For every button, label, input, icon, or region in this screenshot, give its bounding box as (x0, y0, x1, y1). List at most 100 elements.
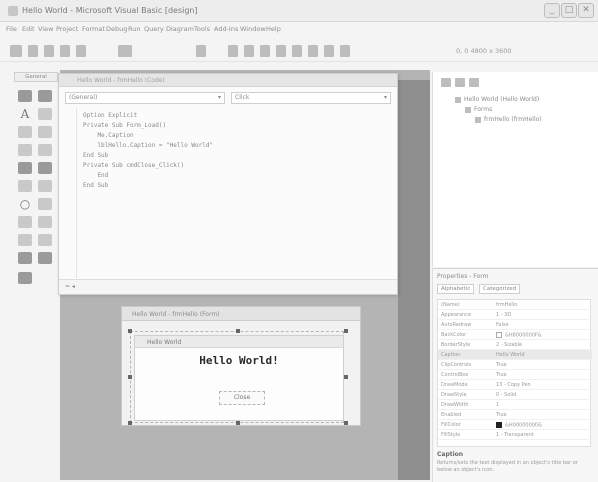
toggle-folders-icon[interactable] (469, 78, 479, 87)
property-row[interactable]: ClipControls True (438, 360, 592, 370)
code-line[interactable]: Private Sub cmdClose_Click() (83, 162, 184, 169)
form-designer-window[interactable]: Hello World - frmHello (Form) Hello Worl… (121, 306, 361, 426)
code-line[interactable]: Me.Caption (83, 132, 133, 139)
minimize-button[interactable]: _ (544, 3, 560, 18)
property-row[interactable]: Enabled True (438, 410, 592, 420)
menu-tools[interactable]: Tools (194, 25, 210, 33)
menu-edit[interactable]: Edit (22, 25, 35, 33)
undo-icon[interactable] (196, 45, 206, 57)
close-window-button[interactable]: ✕ (578, 3, 594, 18)
image-list-icon[interactable] (38, 252, 52, 264)
optionbutton-icon[interactable] (38, 144, 52, 156)
tree-item-form[interactable]: frmHello (frmHello) (475, 116, 542, 123)
listbox-icon[interactable] (38, 162, 52, 174)
property-row[interactable]: DrawStyle 0 - Solid (438, 390, 592, 400)
menu-help[interactable]: Help (266, 25, 281, 33)
tree-item-project[interactable]: Hello World (Hello World) (455, 96, 539, 103)
code-window-titlebar[interactable]: Hello World - frmHello (Code) (59, 74, 397, 87)
open-icon[interactable] (60, 45, 70, 57)
add-form-icon[interactable] (28, 45, 38, 57)
code-window[interactable]: Hello World - frmHello (Code) (General) … (58, 73, 398, 295)
property-row[interactable]: DrawMode 13 - Copy Pen (438, 380, 592, 390)
menu-file[interactable]: File (6, 25, 17, 33)
ole-icon[interactable] (18, 252, 32, 264)
form-designer-titlebar[interactable]: Hello World - frmHello (Form) (122, 307, 360, 321)
resize-handle[interactable] (236, 329, 240, 333)
code-line[interactable]: End Sub (83, 182, 108, 189)
procedure-dropdown[interactable]: Click ▾ (231, 92, 391, 104)
property-row[interactable]: BorderStyle 2 - Sizable (438, 340, 592, 350)
menu-run[interactable]: Run (128, 25, 140, 33)
menu-project[interactable]: Project (56, 25, 78, 33)
resize-handle[interactable] (344, 421, 348, 425)
properties-window-icon[interactable] (292, 45, 302, 57)
close-button[interactable]: Close (219, 391, 265, 405)
frame-icon[interactable] (18, 126, 32, 138)
timer-icon[interactable]: ○ (18, 198, 32, 210)
menu-addins[interactable]: Add-Ins (214, 25, 238, 33)
resize-handle[interactable] (128, 375, 132, 379)
vscroll-icon[interactable] (38, 180, 52, 192)
menu-diagram[interactable]: Diagram (166, 25, 194, 33)
picture-icon[interactable] (38, 90, 52, 102)
save-icon[interactable] (76, 45, 86, 57)
menu-debug[interactable]: Debug (106, 25, 127, 33)
shape-icon[interactable] (18, 216, 32, 228)
menu-editor-icon[interactable] (44, 45, 54, 57)
object-dropdown[interactable]: (General) ▾ (65, 92, 225, 104)
resize-handle[interactable] (128, 329, 132, 333)
toolbox-icon[interactable] (340, 45, 350, 57)
resize-handle[interactable] (344, 329, 348, 333)
end-icon[interactable] (260, 45, 270, 57)
property-row[interactable]: Appearance 1 - 3D (438, 310, 592, 320)
drivelist-icon[interactable] (38, 198, 52, 210)
object-browser-icon[interactable] (324, 45, 334, 57)
menu-query[interactable]: Query (144, 25, 164, 33)
textbox-icon[interactable] (38, 108, 52, 120)
start-icon[interactable] (228, 45, 238, 57)
code-line[interactable]: Private Sub Form_Load() (83, 122, 166, 129)
checkbox-icon[interactable] (18, 144, 32, 156)
project-explorer-icon[interactable] (276, 45, 286, 57)
resize-handle[interactable] (344, 375, 348, 379)
tree-item-forms[interactable]: Forms (465, 106, 492, 113)
break-icon[interactable] (244, 45, 254, 57)
restore-button[interactable]: □ (561, 3, 577, 18)
code-line[interactable]: lblHello.Caption = "Hello World" (83, 142, 213, 149)
line-icon[interactable] (38, 216, 52, 228)
horizontal-scrollbar[interactable]: = ◂ (59, 279, 397, 294)
hscroll-icon[interactable] (18, 180, 32, 192)
property-row-selected[interactable]: Caption Hello World (438, 350, 592, 360)
property-row[interactable]: BackColor &H8000000F& (438, 330, 592, 340)
property-row[interactable]: FillColor &H00000000& (438, 420, 592, 430)
data-icon[interactable] (38, 234, 52, 246)
cut-icon[interactable] (118, 45, 132, 57)
property-row[interactable]: DrawWidth 1 (438, 400, 592, 410)
pointer-icon[interactable] (18, 90, 32, 102)
add-project-icon[interactable] (10, 45, 22, 57)
menu-window[interactable]: Window (240, 25, 266, 33)
code-line[interactable]: End (83, 172, 108, 179)
code-line[interactable]: End Sub (83, 152, 108, 159)
form-layout-icon[interactable] (308, 45, 318, 57)
image-icon[interactable] (18, 234, 32, 246)
property-row[interactable]: FillStyle 1 - Transparent (438, 430, 592, 440)
menu-view[interactable]: View (38, 25, 53, 33)
code-line[interactable]: Option Explicit (83, 112, 137, 119)
resize-handle[interactable] (236, 421, 240, 425)
property-row[interactable]: (Name) frmHello (438, 300, 592, 310)
property-row[interactable]: AutoRedraw False (438, 320, 592, 330)
view-code-icon[interactable] (441, 78, 451, 87)
view-toggle[interactable]: = ◂ (65, 283, 75, 290)
hello-label[interactable]: Hello World! (135, 354, 343, 367)
combobox-icon[interactable] (18, 162, 32, 174)
tab-alphabetic[interactable]: Alphabetic (437, 284, 475, 294)
extra-control-icon[interactable] (18, 272, 32, 284)
menu-format[interactable]: Format (82, 25, 105, 33)
tab-categorized[interactable]: Categorized (479, 284, 521, 294)
hello-form[interactable]: Hello World Hello World! Close (134, 335, 344, 421)
commandbutton-icon[interactable] (38, 126, 52, 138)
label-icon[interactable]: A (18, 108, 32, 120)
view-object-icon[interactable] (455, 78, 465, 87)
property-row[interactable]: ControlBox True (438, 370, 592, 380)
